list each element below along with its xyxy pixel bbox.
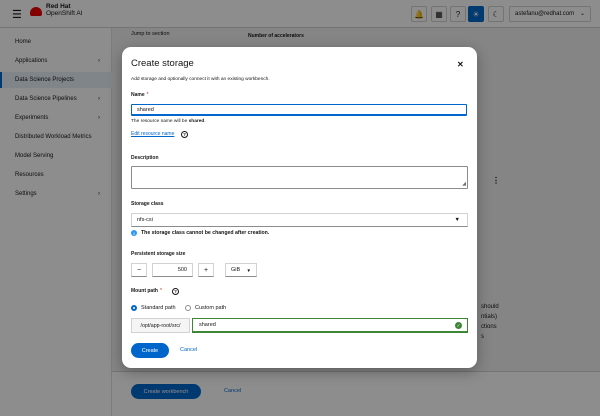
resize-handle-icon[interactable]: ◢ <box>462 181 466 187</box>
check-circle-icon: ✓ <box>455 322 462 329</box>
caret-down-icon: ▼ <box>246 268 251 273</box>
storage-unit-value: GiB <box>231 267 241 273</box>
radio-unselected-icon <box>185 305 191 311</box>
path-prefix: /opt/app-root/src/ <box>131 318 190 333</box>
modal-title: Create storage <box>131 58 194 69</box>
mount-path-value: shared <box>199 322 216 328</box>
mount-path-label: Mount path * <box>131 288 162 294</box>
edit-resource-name-link[interactable]: Edit resource name <box>131 131 174 137</box>
storage-class-label: Storage class <box>131 201 164 207</box>
help-icon[interactable]: ? <box>181 131 188 138</box>
name-input-value: shared <box>137 106 154 113</box>
custom-path-radio[interactable]: Custom path <box>185 305 226 311</box>
required-asterisk: * <box>159 288 162 294</box>
create-button[interactable]: Create <box>131 343 169 358</box>
name-input[interactable]: shared <box>131 104 467 116</box>
mount-path-input[interactable]: shared ✓ <box>192 318 468 333</box>
name-label: Name * <box>131 92 149 98</box>
help-icon[interactable]: ? <box>172 288 179 295</box>
create-storage-modal: Create storage ✕ Add storage and optiona… <box>122 47 477 368</box>
increment-button[interactable]: + <box>198 263 214 277</box>
helper-prefix: The resource name will be <box>131 119 189 124</box>
standard-path-radio[interactable]: Standard path <box>131 305 176 311</box>
storage-size-value: 500 <box>177 267 187 273</box>
decrement-button[interactable]: − <box>131 263 147 277</box>
storage-class-select[interactable]: nfs-csi ▼ <box>131 213 468 227</box>
storage-class-info: i The storage class cannot be changed aft… <box>131 230 269 236</box>
name-label-text: Name <box>131 92 145 98</box>
description-textarea[interactable]: ◢ <box>131 166 468 189</box>
caret-down-icon: ▼ <box>454 217 460 223</box>
description-label: Description <box>131 155 159 161</box>
storage-size-input[interactable]: 500 <box>152 263 193 277</box>
modal-description: Add storage and optionally connect it wi… <box>131 77 270 82</box>
required-asterisk: * <box>146 92 149 98</box>
custom-path-label: Custom path <box>195 305 227 311</box>
mount-path-label-text: Mount path <box>131 288 158 294</box>
storage-size-label: Persistent storage size <box>131 251 186 257</box>
cancel-button[interactable]: Cancel <box>180 347 197 353</box>
storage-class-value: nfs-csi <box>137 217 153 223</box>
helper-suffix: . <box>204 119 206 124</box>
standard-path-label: Standard path <box>141 305 176 311</box>
radio-selected-icon <box>131 305 137 311</box>
storage-unit-select[interactable]: GiB ▼ <box>225 263 257 277</box>
storage-class-info-text: The storage class cannot be changed afte… <box>141 230 270 236</box>
helper-value: shared <box>188 119 205 124</box>
close-icon[interactable]: ✕ <box>457 60 464 69</box>
info-icon: i <box>131 230 137 236</box>
name-helper-text: The resource name will be shared. <box>131 119 206 124</box>
